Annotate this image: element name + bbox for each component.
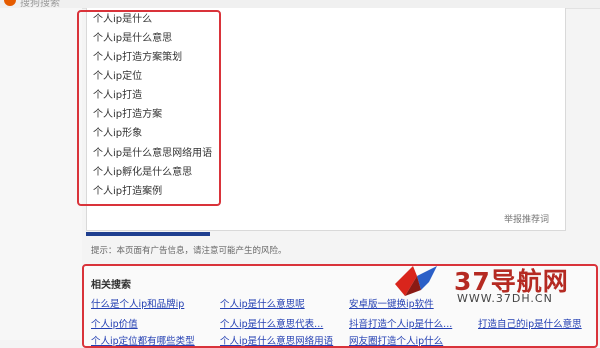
related-link[interactable]: 个人ip价值	[91, 316, 138, 330]
watermark-logo-icon	[395, 266, 437, 296]
suggestion-item[interactable]: 个人ip形象	[93, 127, 142, 141]
related-link[interactable]: 个人ip是什么意思网络用语	[220, 333, 333, 347]
suggestion-item[interactable]: 个人ip是什么	[93, 13, 152, 27]
suggestion-item[interactable]: 个人ip孵化是什么意思	[93, 166, 192, 180]
suggestion-item[interactable]: 个人ip是什么意思	[93, 32, 172, 46]
suggestion-item[interactable]: 个人ip打造方案策划	[93, 51, 182, 65]
results-tab-indicator	[86, 232, 210, 236]
related-link[interactable]: 什么是个人ip和品牌ip	[91, 296, 184, 310]
suggestion-item[interactable]: 个人ip打造	[93, 89, 142, 103]
suggestion-item[interactable]: 个人ip是什么意思网络用语	[93, 147, 212, 161]
related-link[interactable]: 个人ip定位都有哪些类型	[91, 333, 195, 347]
related-link[interactable]: 打造自己的ip是什么意思	[478, 316, 582, 330]
suggestion-item[interactable]: 个人ip打造案例	[93, 185, 162, 199]
related-link[interactable]: 网友圈打造个人ip什么	[349, 333, 443, 347]
related-link[interactable]: 个人ip是什么意思代表...	[220, 316, 323, 330]
ad-notice: 提示：本页面有广告信息，请注意可能产生的风险。	[91, 246, 287, 256]
related-searches-title: 相关搜索	[91, 280, 131, 291]
report-suggestions-link[interactable]: 举报推荐词	[504, 212, 549, 225]
sogou-logo-icon	[4, 0, 16, 6]
related-link[interactable]: 个人ip是什么意思呢	[220, 296, 305, 310]
watermark-url: WWW.37DH.CN	[457, 292, 553, 305]
suggestion-item[interactable]: 个人ip定位	[93, 70, 142, 84]
suggestion-item[interactable]: 个人ip打造方案	[93, 108, 162, 122]
left-gutter	[0, 8, 82, 340]
related-link[interactable]: 抖音打造个人ip是什么...	[349, 316, 452, 330]
